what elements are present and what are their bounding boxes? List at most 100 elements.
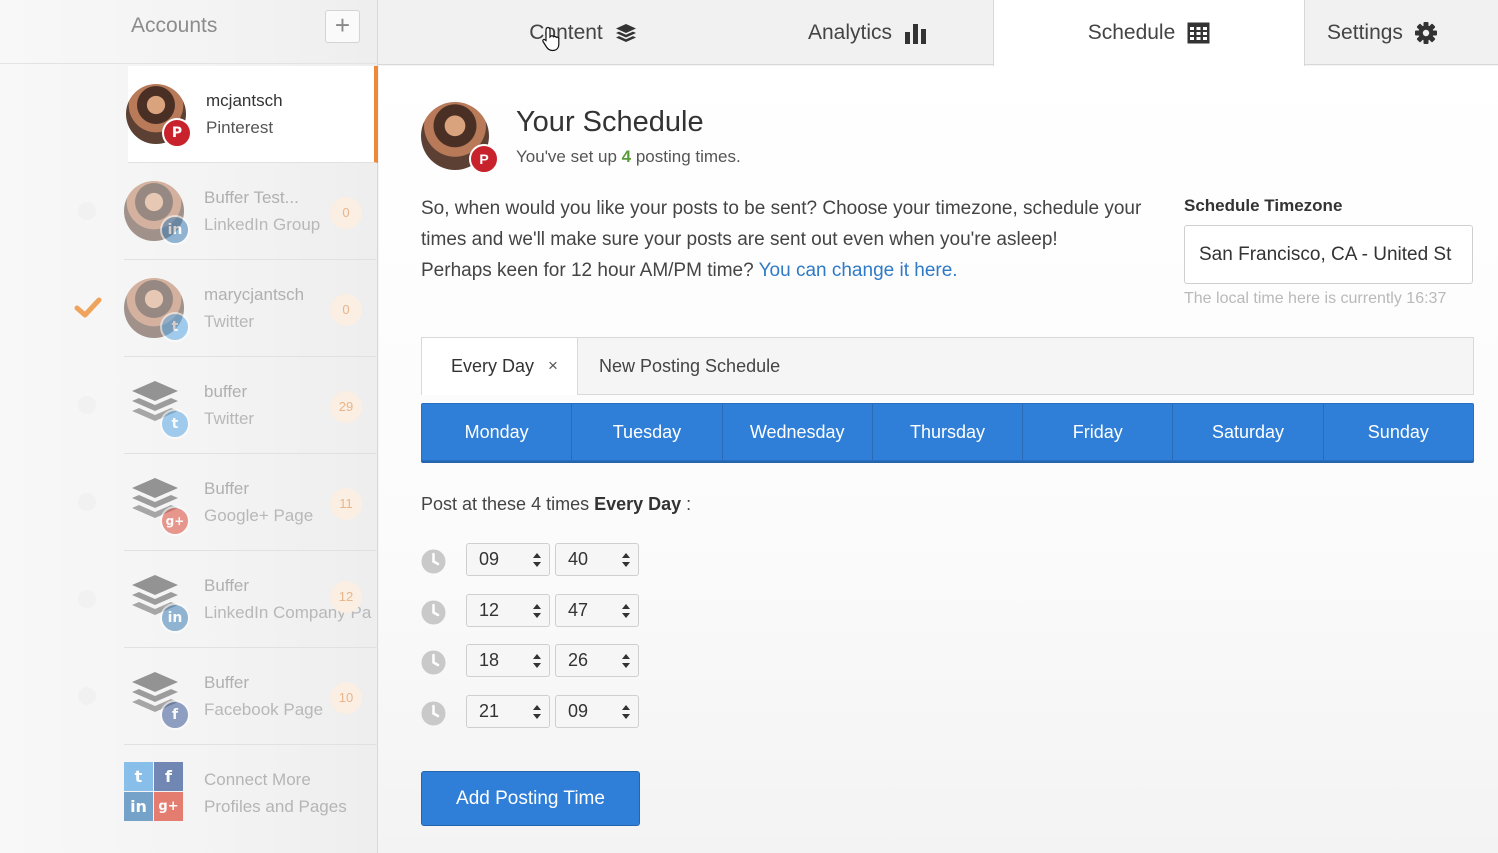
tab-settings[interactable]: Settings — [1306, 0, 1458, 65]
tab-analytics[interactable]: Analytics — [748, 0, 988, 65]
account-item-buffer-facebook[interactable]: f Buffer Facebook Page 10 — [124, 648, 378, 745]
add-posting-time-button[interactable]: Add Posting Time — [421, 771, 640, 826]
clock-icon — [421, 600, 446, 625]
account-name: buffer — [204, 382, 248, 401]
account-type: Twitter — [204, 409, 255, 428]
tab-label: Analytics — [807, 20, 893, 44]
account-name: Buffer — [204, 673, 250, 692]
page-title: Your Schedule — [516, 106, 704, 138]
account-item-mcjantsch[interactable]: P mcjantsch Pinterest — [126, 66, 378, 163]
connect-more-title: Connect More — [204, 770, 311, 789]
tab-content[interactable]: Content — [438, 0, 728, 65]
account-item-marycjantsch[interactable]: t marycjantsch Twitter 0 — [124, 260, 378, 357]
posting-times-summary: You've set up 4 posting times. — [516, 147, 741, 166]
new-posting-schedule-tab[interactable]: New Posting Schedule — [599, 338, 780, 394]
select-arrows-icon — [533, 553, 541, 567]
tab-every-day[interactable]: Every Day × — [422, 338, 578, 395]
select-arrows-icon — [533, 705, 541, 719]
minute-select[interactable]: 26 — [555, 644, 639, 677]
checkmark-icon — [74, 297, 102, 318]
schedule-panel: P Your Schedule You've set up 4 posting … — [379, 66, 1498, 853]
account-item-buffer-twitter[interactable]: t buffer Twitter 29 — [124, 357, 378, 454]
close-icon[interactable]: × — [548, 338, 558, 394]
account-name: Buffer Test... — [204, 188, 299, 207]
add-account-button[interactable]: + — [325, 10, 360, 43]
hand-cursor-icon — [542, 26, 560, 52]
account-item-buffer-googleplus[interactable]: g+ Buffer Google+ Page 11 — [124, 454, 378, 551]
hour-select[interactable]: 12 — [466, 594, 550, 627]
change-time-format-link[interactable]: You can change it here. — [759, 260, 958, 281]
account-select-dot[interactable] — [78, 202, 96, 220]
linkedin-icon: in — [160, 215, 190, 245]
tab-label: Every Day — [451, 356, 535, 376]
account-name: mcjantsch — [206, 91, 283, 110]
account-item-buffer-linkedin[interactable]: in Buffer LinkedIn Company Pa 12 — [124, 551, 378, 648]
account-type: Facebook Page — [204, 700, 324, 719]
calendar-icon — [1187, 22, 1210, 44]
hour-select[interactable]: 21 — [466, 695, 550, 728]
day-button-thursday[interactable]: Thursday — [873, 404, 1024, 460]
account-name: Buffer — [204, 479, 250, 498]
queue-count-badge: 0 — [330, 197, 362, 229]
posting-time-row: 12 47 — [421, 594, 661, 630]
connect-more-subtitle: Profiles and Pages — [204, 797, 347, 816]
twitter-icon: t — [160, 312, 190, 342]
select-arrows-icon — [622, 654, 630, 668]
posting-time-row: 09 40 — [421, 543, 661, 579]
select-arrows-icon — [622, 705, 630, 719]
account-type: Twitter — [204, 312, 255, 331]
pinterest-icon: P — [469, 144, 499, 174]
sidebar-header: Accounts + — [0, 0, 378, 64]
account-type: LinkedIn Group — [204, 215, 321, 234]
minute-select[interactable]: 47 — [555, 594, 639, 627]
account-name: marycjantsch — [204, 285, 305, 304]
linkedin-icon: in — [160, 603, 190, 633]
ampm-line: Perhaps keen for 12 hour AM/PM time? You… — [421, 260, 958, 281]
day-button-tuesday[interactable]: Tuesday — [572, 404, 723, 460]
account-item-buffer-test[interactable]: in Buffer Test... LinkedIn Group 0 — [124, 163, 378, 260]
clock-icon — [421, 701, 446, 726]
connect-more-link[interactable]: t f in g+ Connect More Profiles and Page… — [124, 752, 378, 832]
facebook-icon: f — [160, 700, 190, 730]
day-button-sunday[interactable]: Sunday — [1324, 404, 1473, 460]
sidebar-title: Accounts — [131, 14, 218, 37]
bar-chart-icon — [905, 23, 927, 44]
account-select-dot[interactable] — [78, 590, 96, 608]
queue-count-badge: 10 — [330, 682, 362, 714]
timezone-input[interactable]: San Francisco, CA - United St — [1184, 225, 1473, 284]
clock-icon — [421, 549, 446, 574]
linkedin-icon: in — [124, 792, 153, 821]
posting-times-heading: Post at these 4 times Every Day : — [421, 494, 692, 514]
day-button-saturday[interactable]: Saturday — [1173, 404, 1324, 460]
google-plus-icon: g+ — [154, 792, 183, 821]
tab-label: Schedule — [1087, 21, 1176, 44]
stack-icon — [615, 23, 636, 42]
timezone-label: Schedule Timezone — [1184, 196, 1343, 215]
clock-icon — [421, 650, 446, 675]
queue-count-badge: 12 — [330, 581, 362, 613]
minute-select[interactable]: 09 — [555, 695, 639, 728]
twitter-icon: t — [124, 762, 153, 791]
account-type: Google+ Page — [204, 506, 314, 525]
account-select-dot[interactable] — [78, 687, 96, 705]
queue-count-badge: 11 — [330, 488, 362, 520]
minute-select[interactable]: 40 — [555, 543, 639, 576]
local-time-note: The local time here is currently 16:37 — [1184, 290, 1447, 307]
pinterest-icon: P — [162, 118, 192, 148]
hour-select[interactable]: 18 — [466, 644, 550, 677]
account-select-dot[interactable] — [78, 493, 96, 511]
select-arrows-icon — [622, 553, 630, 567]
day-button-friday[interactable]: Friday — [1023, 404, 1174, 460]
twitter-icon: t — [160, 409, 190, 439]
account-name: Buffer — [204, 576, 250, 595]
tab-schedule[interactable]: Schedule — [993, 0, 1305, 66]
account-select-dot[interactable] — [78, 396, 96, 414]
day-button-wednesday[interactable]: Wednesday — [723, 404, 873, 460]
posting-time-row: 21 09 — [421, 695, 661, 731]
gear-icon — [1414, 21, 1437, 44]
day-button-monday[interactable]: Monday — [422, 404, 573, 460]
day-selector: Monday Tuesday Wednesday Thursday Friday… — [421, 403, 1474, 461]
accounts-sidebar: Accounts + P mcjantsch Pinterest in Buff… — [0, 0, 378, 853]
select-arrows-icon — [533, 654, 541, 668]
hour-select[interactable]: 09 — [466, 543, 550, 576]
